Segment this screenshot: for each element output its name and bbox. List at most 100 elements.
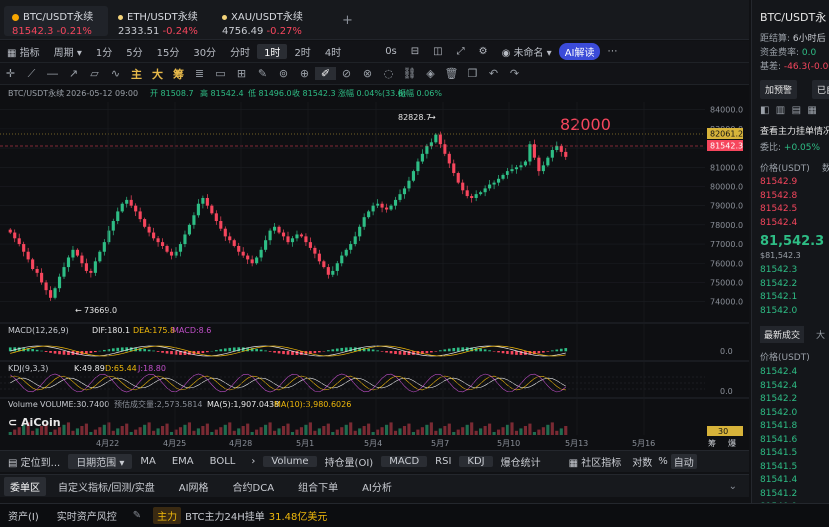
trade-row[interactable]: 81541.6 <box>760 435 797 445</box>
indicator-macd[interactable]: MACD <box>381 456 428 467</box>
log-scale-toggle[interactable]: 对数 <box>629 454 655 469</box>
auto-scale-toggle[interactable]: 自动 <box>670 454 697 469</box>
indicator-ema[interactable]: EMA <box>164 456 202 467</box>
magnet-icon[interactable]: ⊚ <box>273 67 294 80</box>
draw-mode-icon[interactable]: ✐ <box>315 67 336 80</box>
trade-row[interactable]: 81541.4 <box>760 475 797 485</box>
community-indicator[interactable]: ▦ 社区指标 <box>561 454 630 469</box>
indicator-volume[interactable]: Volume <box>263 456 317 467</box>
period-4h[interactable]: 4时 <box>318 44 348 59</box>
sidebar-title[interactable]: BTC/USDT永 <box>760 9 826 25</box>
chevron-right-icon[interactable]: › <box>243 456 263 467</box>
crosshair-icon[interactable]: ✛ <box>0 67 21 80</box>
period-1h[interactable]: 1时 <box>257 44 288 59</box>
measure-icon[interactable]: ⊞ <box>231 67 252 80</box>
indicator-rsi[interactable]: RSI <box>427 456 459 467</box>
indicator-liquidation[interactable]: 爆仓统计 <box>493 454 549 469</box>
date-range-dropdown[interactable]: 日期范围 ▾ <box>68 454 133 469</box>
period-dropdown[interactable]: 周期 ▾ <box>47 44 89 59</box>
brush-icon[interactable]: ∿ <box>105 67 126 80</box>
tab-ai-grid[interactable]: AI网格 <box>167 479 221 494</box>
add-tab-button[interactable]: + <box>334 11 361 41</box>
settings-icon[interactable]: ⚙ <box>472 46 495 57</box>
collapse-icon[interactable]: ⌄ <box>717 481 749 492</box>
tab-latest-trades[interactable]: 最新成交 <box>760 326 805 343</box>
asset-button[interactable]: 资产(Ⅰ) <box>0 508 47 523</box>
period-15m[interactable]: 15分 <box>150 44 187 59</box>
added-button[interactable]: 已自 <box>812 80 829 99</box>
indicator-button[interactable]: ▦ 指标 <box>0 44 47 59</box>
indicator-oi[interactable]: 持仓量(OI) <box>317 454 382 469</box>
hide-icon[interactable]: ◌ <box>378 67 399 80</box>
undo-icon[interactable]: ↶ <box>483 67 504 80</box>
magnet2-icon[interactable]: ⊗ <box>357 67 378 80</box>
trade-row[interactable]: 81541.5 <box>760 462 797 472</box>
bid-row[interactable]: 81542.2 <box>760 279 797 289</box>
indicator-boll[interactable]: BOLL <box>202 456 244 467</box>
zoom-icon[interactable]: ⊕ <box>294 67 315 80</box>
tab-eth[interactable]: ETH/USDT永续 2333.51 -0.24% <box>110 6 220 37</box>
fib-icon[interactable]: ≣ <box>189 67 210 80</box>
risk-control-button[interactable]: 实时资产风控 <box>47 508 127 523</box>
period-30m[interactable]: 30分 <box>186 44 223 59</box>
edit-icon[interactable]: ✎ <box>127 510 147 521</box>
tab-xau[interactable]: XAU/USDT永续 4756.49 -0.27% <box>214 6 324 37</box>
hline-icon[interactable]: ― <box>42 67 63 80</box>
ask-row[interactable]: 81542.5 <box>760 204 797 214</box>
percent-toggle[interactable]: % <box>655 456 671 467</box>
locate-button[interactable]: ▤ 定位到... <box>0 454 68 469</box>
ask-row[interactable]: 81542.8 <box>760 191 797 201</box>
ask-row[interactable]: 81542.9 <box>760 177 797 187</box>
trade-row[interactable]: 81541.2 <box>760 489 797 499</box>
trade-row[interactable]: 81542.2 <box>760 394 797 404</box>
tab-large-trades[interactable]: 大 <box>816 328 825 341</box>
link-icon[interactable]: ⛓ <box>399 67 420 80</box>
sidebar-icons[interactable]: ◧ ▥ ▤ ▦ <box>760 105 817 116</box>
add-alert-button[interactable]: 加预警 <box>760 80 798 99</box>
ray-icon[interactable]: ↗ <box>63 67 84 80</box>
indicator-kdj[interactable]: KDJ <box>459 456 493 467</box>
time-zero-button[interactable]: 0s <box>378 46 404 57</box>
bid-row[interactable]: 81542.1 <box>760 292 797 302</box>
channel-icon[interactable]: ▱ <box>84 67 105 80</box>
trade-row[interactable]: 81542.0 <box>760 408 797 418</box>
period-2h[interactable]: 2时 <box>287 44 317 59</box>
annotation-82000[interactable]: 82000 <box>560 115 611 134</box>
trade-row[interactable]: 81541.5 <box>760 448 797 458</box>
ask-row[interactable]: 81542.4 <box>760 218 797 228</box>
period-5m[interactable]: 5分 <box>119 44 149 59</box>
trade-row[interactable]: 81540.9 <box>760 502 797 503</box>
pen-icon[interactable]: ✎ <box>252 67 273 80</box>
more-icon[interactable]: ⋯ <box>600 46 624 57</box>
trash-icon[interactable]: 🗑 <box>441 67 462 80</box>
lock-icon[interactable]: ⊘ <box>336 67 357 80</box>
trade-row[interactable]: 81542.4 <box>760 367 797 377</box>
trade-row[interactable]: 81542.4 <box>760 381 797 391</box>
bid-row[interactable]: 81542.3 <box>760 265 797 275</box>
main-force-button[interactable]: 主 <box>126 66 147 82</box>
layout-icon[interactable]: ⊟ <box>404 46 426 57</box>
rect-icon[interactable]: ▭ <box>210 67 231 80</box>
price-chart[interactable]: BTC/USDT永续 2026-05-12 09:00 开 81508.7 高 … <box>0 85 749 450</box>
template-dropdown[interactable]: ◉ 未命名 ▾ <box>495 44 559 59</box>
orderbook-title[interactable]: 查看主力挂单情况 <box>760 124 829 137</box>
ai-analysis-button[interactable]: AI解读 <box>558 43 601 60</box>
tab-btc[interactable]: BTC/USDT永续 81542.3 -0.21% <box>4 6 108 37</box>
copy-icon[interactable]: ❐ <box>462 67 483 80</box>
period-1m[interactable]: 1分 <box>89 44 119 59</box>
tab-custom-indicator[interactable]: 自定义指标/回测/实盘 <box>46 479 167 494</box>
chip-button[interactable]: 筹 <box>168 66 189 82</box>
bid-row[interactable]: 81542.0 <box>760 306 797 316</box>
layers-icon[interactable]: ◈ <box>420 67 441 80</box>
tab-combo-order[interactable]: 组合下单 <box>286 479 350 494</box>
big-order-button[interactable]: 大 <box>147 66 168 82</box>
line-icon[interactable]: ⟋ <box>21 67 42 81</box>
camera-icon[interactable]: ◫ <box>426 46 449 57</box>
period-timeline[interactable]: 分时 <box>223 44 257 59</box>
tab-ai-analysis[interactable]: AI分析 <box>350 479 404 494</box>
fullscreen-icon[interactable]: ⤢ <box>450 46 472 57</box>
tab-contract-dca[interactable]: 合约DCA <box>221 479 287 494</box>
redo-icon[interactable]: ↷ <box>504 67 525 80</box>
indicator-ma[interactable]: MA <box>132 456 163 467</box>
tab-order-area[interactable]: 委单区 <box>4 476 46 496</box>
